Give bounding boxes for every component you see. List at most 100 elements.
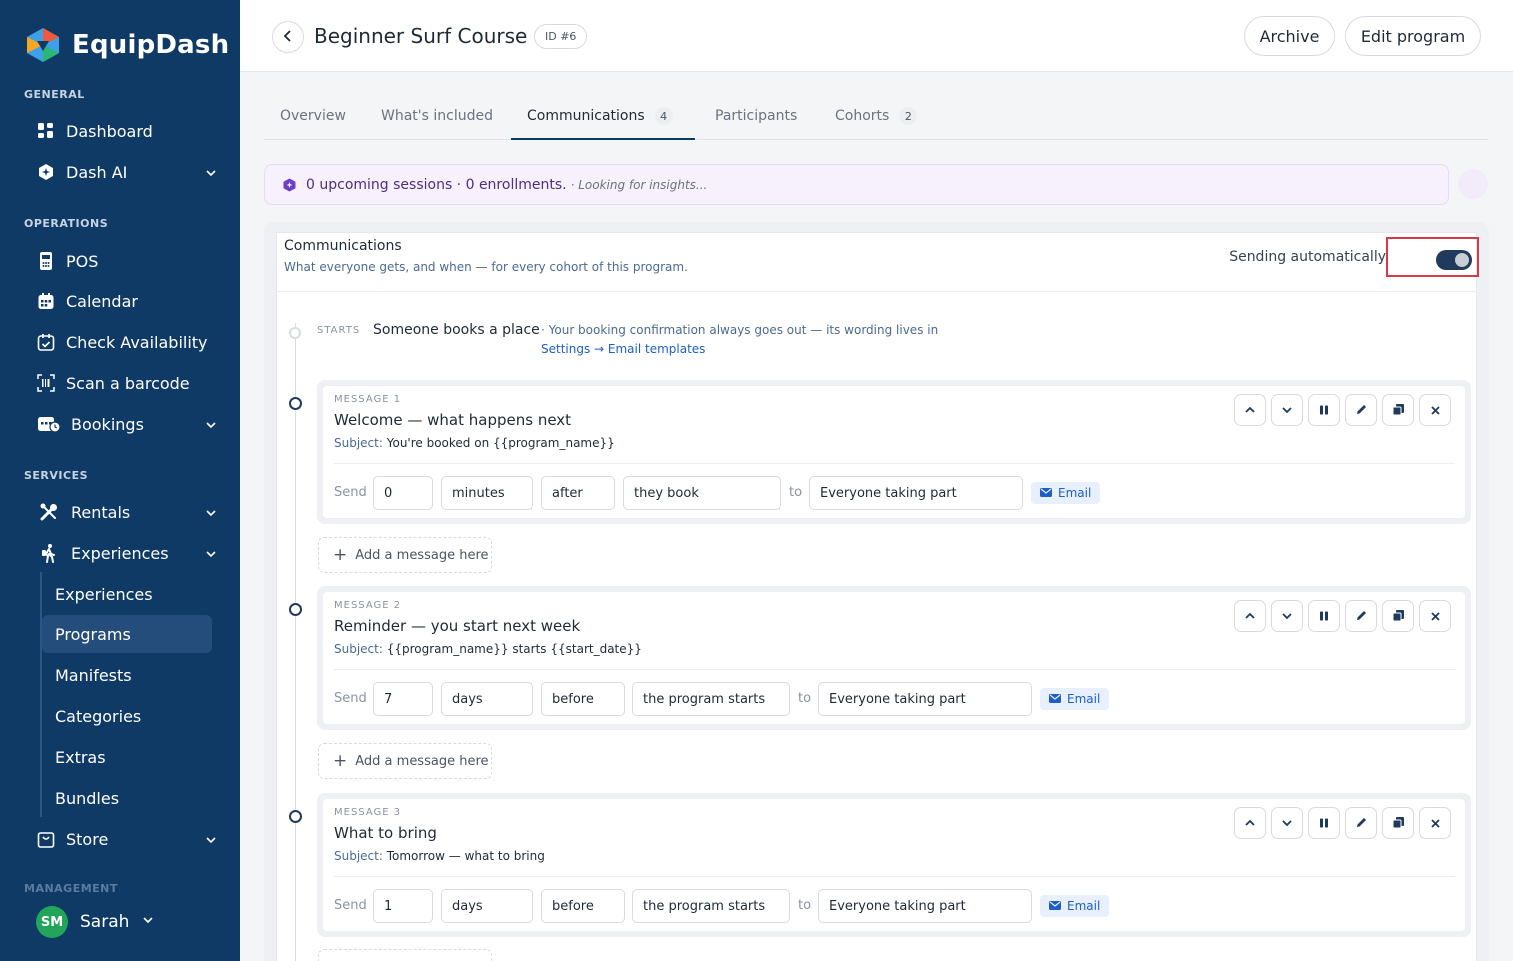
sidebar-item-dashboard[interactable]: Dashboard: [36, 116, 218, 146]
direction-select[interactable]: before: [541, 682, 625, 716]
unit-select[interactable]: days: [441, 889, 533, 923]
auto-send-toggle[interactable]: [1436, 250, 1472, 270]
chevron-left-icon: [281, 28, 295, 47]
delete-message-button[interactable]: [1419, 807, 1451, 839]
message-card: MESSAGE 1 Welcome — what happens next Su…: [317, 380, 1471, 524]
sidebar-item-bookings[interactable]: Bookings: [36, 409, 218, 439]
brand-logo[interactable]: EquipDash: [24, 26, 229, 64]
channel-label: Email: [1067, 692, 1101, 706]
archive-button[interactable]: Archive: [1244, 16, 1335, 56]
channel-label: Email: [1058, 486, 1092, 500]
submenu-item-experiences[interactable]: Experiences: [42, 575, 212, 613]
sidebar-item-label: POS: [66, 251, 99, 271]
channel-chip[interactable]: Email: [1031, 482, 1101, 504]
direction-select[interactable]: before: [541, 889, 625, 923]
grid-icon: [36, 121, 56, 141]
edit-message-button[interactable]: [1345, 807, 1377, 839]
pause-button[interactable]: [1308, 807, 1340, 839]
sidebar-item-experiences[interactable]: Experiences: [36, 538, 218, 568]
channel-chip[interactable]: Email: [1040, 895, 1110, 917]
to-label: to: [798, 898, 812, 913]
page-title: Beginner Surf Course: [314, 24, 528, 48]
insights-banner: 0 upcoming sessions · 0 enrollments. · L…: [264, 164, 1449, 205]
to-label: to: [789, 485, 803, 500]
move-up-button[interactable]: [1234, 600, 1266, 632]
sidebar-item-check-availability[interactable]: Check Availability: [36, 327, 218, 357]
audience-select[interactable]: Everyone taking part: [818, 889, 1032, 923]
divider: [334, 463, 1455, 464]
move-down-button[interactable]: [1271, 600, 1303, 632]
channel-chip[interactable]: Email: [1040, 688, 1110, 710]
submenu-item-bundles[interactable]: Bundles: [42, 779, 212, 817]
submenu-item-programs[interactable]: Programs: [42, 615, 212, 653]
audience-select[interactable]: Everyone taking part: [818, 682, 1032, 716]
sidebar-item-label: Store: [66, 829, 109, 849]
user-menu[interactable]: SM Sarah: [36, 906, 155, 938]
sidebar-item-label: Dashboard: [66, 121, 153, 141]
duplicate-button[interactable]: [1382, 600, 1414, 632]
chevron-down-icon: [204, 832, 218, 846]
edit-message-button[interactable]: [1345, 600, 1377, 632]
tab-whats-included[interactable]: What's included: [381, 108, 493, 140]
delete-message-button[interactable]: [1419, 394, 1451, 426]
sidebar-item-label: Experiences: [71, 543, 169, 563]
submenu-item-categories[interactable]: Categories: [42, 697, 212, 735]
sidebar-item-scan-barcode[interactable]: Scan a barcode: [36, 368, 218, 398]
tab-overview[interactable]: Overview: [280, 108, 346, 140]
move-down-button[interactable]: [1271, 807, 1303, 839]
sidebar-item-rentals[interactable]: Rentals: [36, 497, 218, 527]
amount-input[interactable]: 7: [373, 682, 433, 716]
move-down-button[interactable]: [1271, 394, 1303, 426]
move-up-button[interactable]: [1234, 394, 1266, 426]
insights-loading: · Looking for insights...: [570, 177, 708, 192]
back-button[interactable]: [272, 21, 304, 53]
pause-icon: [1318, 607, 1330, 626]
submenu-item-manifests[interactable]: Manifests: [42, 656, 212, 694]
message-actions: [1234, 807, 1451, 839]
sidebar-item-pos[interactable]: POS: [36, 246, 218, 276]
message-number: MESSAGE 2: [334, 600, 402, 611]
add-message-button[interactable]: +Add a message here: [318, 949, 492, 961]
tab-participants[interactable]: Participants: [715, 108, 797, 140]
unit-select[interactable]: minutes: [441, 476, 533, 510]
tab-label: Participants: [715, 108, 798, 124]
message-subject: Subject: Tomorrow — what to bring: [334, 849, 545, 863]
sidebar-item-label: Scan a barcode: [66, 373, 190, 393]
move-up-button[interactable]: [1234, 807, 1266, 839]
audience-select[interactable]: Everyone taking part: [809, 476, 1023, 510]
event-select[interactable]: they book: [623, 476, 781, 510]
email-templates-link[interactable]: Settings → Email templates: [541, 342, 705, 356]
add-message-button[interactable]: +Add a message here: [318, 537, 492, 573]
trigger-note: · Your booking confirmation always goes …: [541, 323, 939, 337]
duplicate-button[interactable]: [1382, 394, 1414, 426]
section-title: Communications: [284, 238, 402, 254]
tab-cohorts[interactable]: Cohorts 2: [835, 107, 918, 140]
sidebar-item-store[interactable]: Store: [36, 824, 218, 854]
timeline-dot: [289, 397, 302, 410]
delete-message-button[interactable]: [1419, 600, 1451, 632]
auto-send-label: Sending automatically: [1229, 249, 1386, 265]
insights-action-button[interactable]: [1458, 169, 1488, 199]
duplicate-button[interactable]: [1382, 807, 1414, 839]
active-tab-indicator: [511, 138, 695, 140]
amount-input[interactable]: 1: [373, 889, 433, 923]
tab-label: Overview: [280, 108, 346, 124]
direction-select[interactable]: after: [541, 476, 615, 510]
event-select[interactable]: the program starts: [632, 682, 790, 716]
edit-message-button[interactable]: [1345, 394, 1377, 426]
unit-select[interactable]: days: [441, 682, 533, 716]
subject-label: Subject:: [334, 642, 383, 656]
tab-communications[interactable]: Communications 4: [527, 107, 673, 140]
amount-input[interactable]: 0: [373, 476, 433, 510]
submenu-item-extras[interactable]: Extras: [42, 738, 212, 776]
sidebar-item-dash-ai[interactable]: Dash AI: [36, 157, 218, 187]
edit-program-button[interactable]: Edit program: [1345, 16, 1481, 56]
tab-bar: Overview What's included Communications 4…: [264, 100, 1488, 140]
event-select[interactable]: the program starts: [632, 889, 790, 923]
sidebar-item-calendar[interactable]: Calendar: [36, 286, 218, 316]
toggle-knob: [1455, 253, 1469, 267]
add-message-button[interactable]: +Add a message here: [318, 743, 492, 779]
plus-icon: +: [333, 957, 347, 961]
pause-button[interactable]: [1308, 394, 1340, 426]
pause-button[interactable]: [1308, 600, 1340, 632]
